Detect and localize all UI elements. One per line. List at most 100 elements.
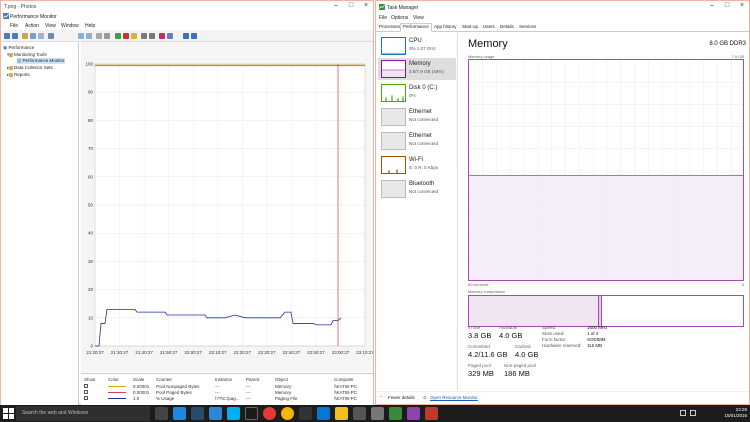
view-log-icon[interactable] xyxy=(86,33,92,39)
open-resource-monitor-link[interactable]: Open Resource Monitor xyxy=(430,395,478,400)
minimize-icon[interactable]: – xyxy=(329,2,343,10)
volume-icon[interactable] xyxy=(690,410,696,416)
show-checkbox[interactable] xyxy=(84,390,88,394)
menu-file[interactable]: File xyxy=(10,23,18,29)
wifi-thumbnail xyxy=(381,156,406,174)
store-icon[interactable] xyxy=(173,407,186,420)
paste-icon[interactable] xyxy=(149,33,155,39)
resource-name: Memory xyxy=(409,61,431,67)
file-explorer-icon[interactable] xyxy=(335,407,348,420)
clear-display-icon[interactable] xyxy=(104,33,110,39)
update-icon[interactable] xyxy=(191,33,197,39)
edge-icon[interactable] xyxy=(317,407,330,420)
tree-item-data-collector-sets[interactable]: ▸▆ Data Collector Sets xyxy=(7,65,53,71)
display-icon[interactable] xyxy=(48,33,54,39)
tab-services[interactable]: Services xyxy=(517,24,538,32)
add-counter-icon[interactable] xyxy=(115,33,121,39)
tree-item-performance-monitor[interactable]: ▤ Performance Monitor xyxy=(17,58,65,64)
menu-action[interactable]: Action xyxy=(25,23,39,29)
menu-window[interactable]: Window xyxy=(61,23,79,29)
counter-scale: 0.00001 xyxy=(133,390,150,395)
column-parent[interactable]: Parent xyxy=(246,377,259,382)
freeze-icon[interactable] xyxy=(183,33,189,39)
show-checkbox[interactable] xyxy=(84,396,88,400)
tab-processes[interactable]: Processes xyxy=(377,24,402,32)
menu-view[interactable]: View xyxy=(413,15,424,21)
tab-performance[interactable]: Performance xyxy=(400,23,432,32)
resource-ethernet-2[interactable]: Ethernet Not connected xyxy=(378,130,456,152)
maximize-icon[interactable]: □ xyxy=(344,2,358,10)
counter-computer: \\KATIB-PC xyxy=(334,384,357,389)
close-icon[interactable]: × xyxy=(735,2,749,10)
skype-icon[interactable] xyxy=(227,407,240,420)
column-show[interactable]: Show xyxy=(84,377,95,382)
menu-help[interactable]: Help xyxy=(85,23,95,29)
counter-computer: \\KATIB-PC xyxy=(334,390,357,395)
counter-instance: \??\C:\pag... xyxy=(215,396,240,401)
column-counter[interactable]: Counter xyxy=(156,377,172,382)
column-scale[interactable]: Scale xyxy=(133,377,144,382)
resource-cpu[interactable]: CPU 3% 1.07 GHz xyxy=(378,35,456,57)
fewer-details-chevron-icon[interactable]: ⌃ xyxy=(379,395,383,401)
steam-icon[interactable] xyxy=(191,407,204,420)
task-manager-taskbar-icon[interactable] xyxy=(389,407,402,420)
counter-instance: --- xyxy=(215,390,220,395)
copy-icon[interactable] xyxy=(141,33,147,39)
column-instance[interactable]: Instance xyxy=(215,377,232,382)
opera-icon[interactable] xyxy=(263,407,276,420)
view-current-icon[interactable] xyxy=(78,33,84,39)
menu-options[interactable]: Options xyxy=(391,15,408,21)
tab-details[interactable]: Details xyxy=(498,24,516,32)
resource-ethernet[interactable]: Ethernet Not connected xyxy=(378,106,456,128)
resource-detail: Not connected xyxy=(409,189,439,194)
photos-icon[interactable] xyxy=(209,407,222,420)
app-icon[interactable] xyxy=(425,407,438,420)
app-icon[interactable] xyxy=(407,407,420,420)
app-icon[interactable] xyxy=(245,407,258,420)
taskbar-search[interactable]: Search the web and Windows xyxy=(16,406,150,421)
tree-item-reports[interactable]: ▸▆ Reports xyxy=(7,72,30,78)
tab-app-history[interactable]: App history xyxy=(432,24,459,32)
tree-item-performance[interactable]: ▣ Performance xyxy=(3,45,34,51)
stat-value: 4.0 GB xyxy=(515,350,539,359)
close-icon[interactable]: × xyxy=(359,2,373,10)
properties-chart-icon[interactable] xyxy=(159,33,165,39)
fewer-details-link[interactable]: Fewer details xyxy=(388,395,415,400)
resource-memory[interactable]: Memory 3.8/7.9 GB (48%) xyxy=(378,58,456,80)
column-color[interactable]: Color xyxy=(108,377,119,382)
maximize-icon[interactable]: □ xyxy=(720,2,734,10)
column-computer[interactable]: Computer xyxy=(334,377,354,382)
performance-chart[interactable]: 100 90 80 70 60 50 40 30 20 10 0 21:20:27 21:30:27 21… xyxy=(81,42,374,372)
app-icon[interactable] xyxy=(299,407,312,420)
chrome-icon[interactable] xyxy=(281,407,294,420)
spec-label: Form factor: xyxy=(542,337,567,342)
properties-icon[interactable] xyxy=(30,33,36,39)
folder-icon[interactable] xyxy=(22,33,28,39)
tab-startup[interactable]: Start-up xyxy=(460,24,480,32)
show-checkbox[interactable] xyxy=(84,384,88,388)
resource-disk[interactable]: Disk 0 (C:) 0% xyxy=(378,82,456,104)
performance-monitor-taskbar-icon[interactable] xyxy=(371,407,384,420)
tab-users[interactable]: Users xyxy=(481,24,497,32)
counter-object: Memory xyxy=(275,384,292,389)
resource-wifi[interactable]: Wi-Fi S: 0 R: 0 Kbps xyxy=(378,154,456,176)
menu-file[interactable]: File xyxy=(379,15,387,21)
notification-area-icon[interactable] xyxy=(680,410,686,416)
column-object[interactable]: Object xyxy=(275,377,288,382)
app-icon[interactable] xyxy=(353,407,366,420)
forward-icon[interactable] xyxy=(12,33,18,39)
chart-icon: ▤ xyxy=(17,58,22,63)
resource-bluetooth[interactable]: Bluetooth Not connected xyxy=(378,178,456,200)
delete-counter-icon[interactable] xyxy=(123,33,129,39)
windows-start-icon[interactable] xyxy=(3,408,14,419)
graph-type-icon[interactable] xyxy=(96,33,102,39)
folder-icon: ▆ xyxy=(9,72,13,77)
zoom-icon[interactable] xyxy=(167,33,173,39)
back-icon[interactable] xyxy=(4,33,10,39)
minimize-icon[interactable]: – xyxy=(705,2,719,10)
highlight-icon[interactable] xyxy=(131,33,137,39)
task-view-icon[interactable] xyxy=(155,407,168,420)
menu-view[interactable]: View xyxy=(45,23,56,29)
help-icon[interactable] xyxy=(38,33,44,39)
taskbar-clock[interactable]: 23:28 15/01/2016 xyxy=(724,407,747,419)
